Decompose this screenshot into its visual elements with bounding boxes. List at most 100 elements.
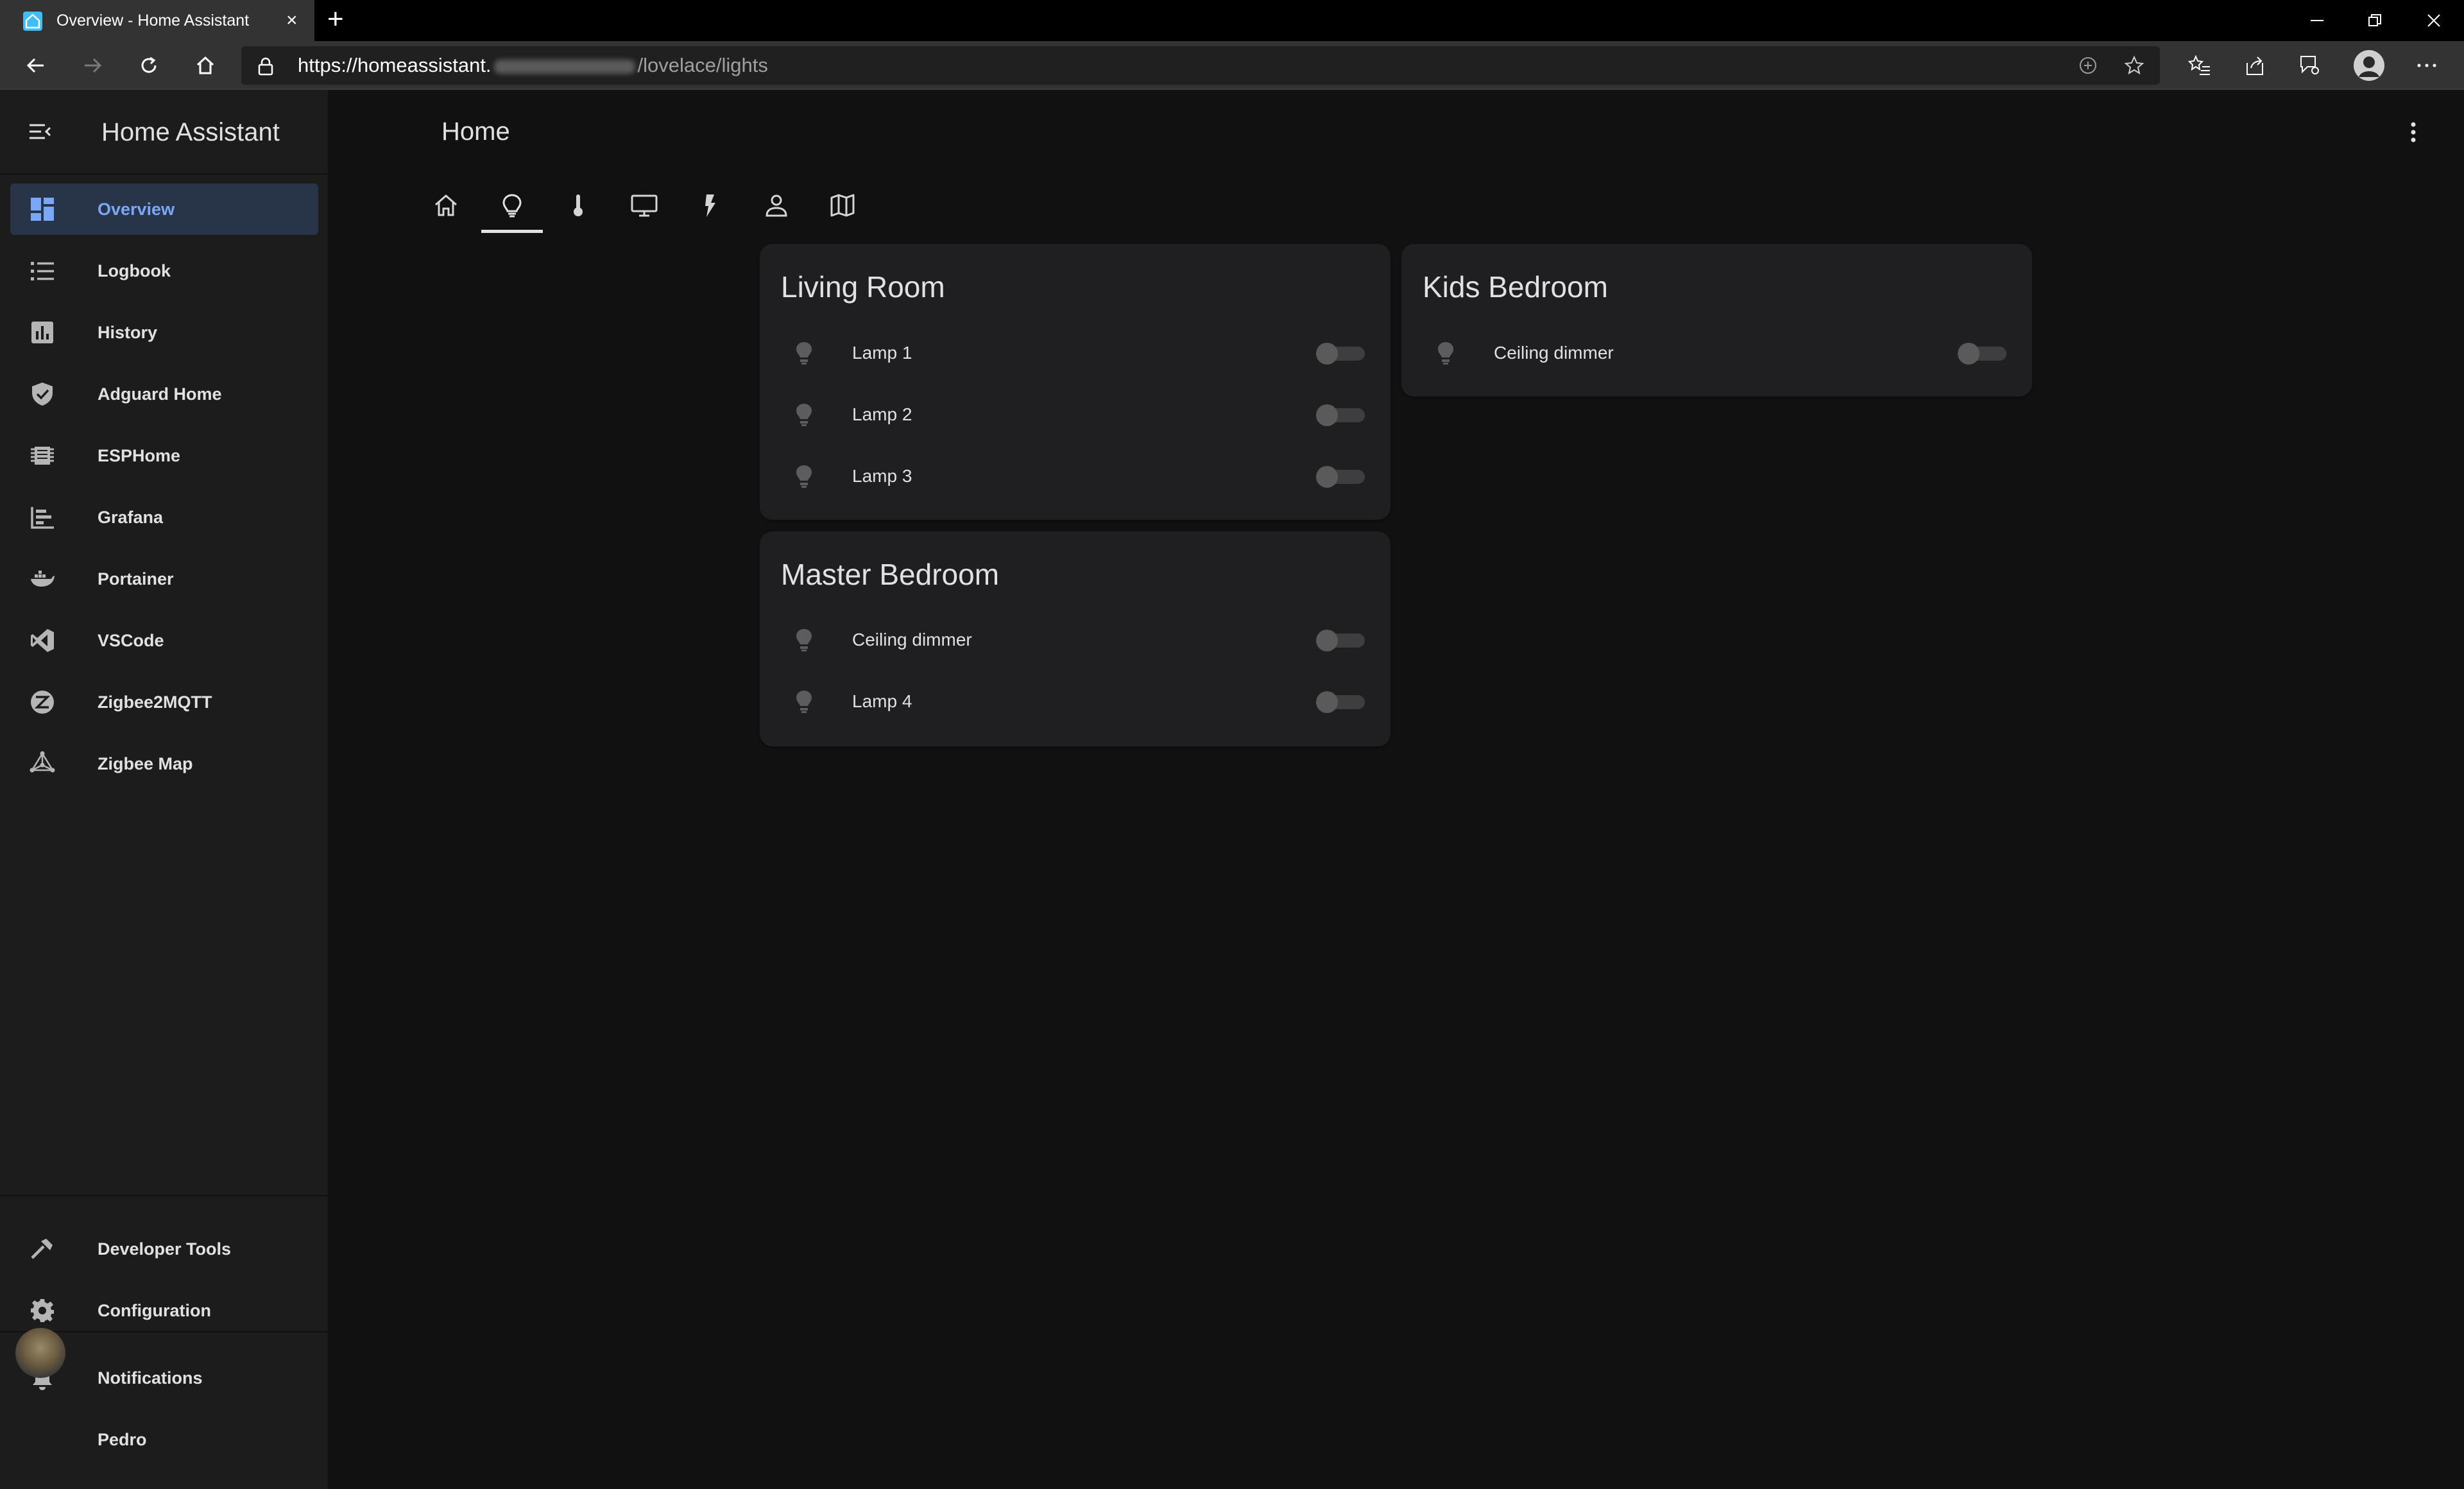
minimize-icon[interactable]: [2288, 0, 2346, 41]
feedback-icon[interactable]: [2298, 54, 2322, 80]
toggle-switch[interactable]: [1316, 404, 1365, 426]
entity-row-ceiling-dimmer[interactable]: Ceiling dimmer: [760, 609, 1390, 671]
sidebar-item-profile[interactable]: Pedro: [10, 1414, 318, 1465]
sidebar-item-developer-tools[interactable]: Developer Tools: [10, 1223, 318, 1275]
overflow-menu-icon[interactable]: [2408, 119, 2418, 148]
window-close-icon[interactable]: [2405, 0, 2463, 41]
user-avatar[interactable]: [15, 1328, 65, 1378]
restore-icon[interactable]: [2346, 0, 2404, 41]
lightbulb-icon: [793, 463, 815, 492]
sidebar-item-label: Adguard Home: [98, 384, 222, 404]
tab-close-icon[interactable]: ×: [286, 0, 298, 41]
sidebar-item-label: Zigbee2MQTT: [98, 693, 212, 712]
favorites-list-icon[interactable]: [2187, 54, 2211, 80]
favorite-star-icon[interactable]: [2124, 55, 2144, 79]
tab-people[interactable]: [746, 180, 807, 234]
browser-tab[interactable]: Overview - Home Assistant ×: [0, 0, 314, 41]
page-title: Home: [441, 117, 510, 146]
lightbulb-icon: [793, 627, 815, 656]
tab-energy[interactable]: [680, 180, 741, 234]
profile-avatar[interactable]: [2352, 49, 2386, 85]
tab-lights[interactable]: [481, 180, 543, 234]
main-content: Home Living Room Lamp 1 Lamp 2 Lamp 3 Ma…: [329, 90, 2464, 1489]
sidebar-item-label: Grafana: [98, 508, 164, 527]
toggle-switch[interactable]: [1316, 466, 1365, 488]
sidebar-item-label: Developer Tools: [98, 1239, 232, 1259]
sidebar-item-logbook[interactable]: Logbook: [10, 245, 318, 297]
entity-name: Lamp 3: [852, 466, 912, 486]
url-host: https://homeassistant.: [298, 54, 492, 76]
tab-home[interactable]: [415, 180, 477, 234]
sidebar-item-esphome[interactable]: ESPHome: [10, 430, 318, 481]
tab-map[interactable]: [812, 180, 873, 234]
sidebar-item-adguard-home[interactable]: Adguard Home: [10, 368, 318, 420]
sidebar-item-label: Portainer: [98, 569, 174, 589]
list-icon: [30, 258, 55, 284]
sidebar-item-label: Overview: [98, 200, 175, 219]
sidebar-item-label: ESPHome: [98, 446, 181, 465]
entity-row-lamp-1[interactable]: Lamp 1: [760, 322, 1390, 384]
sidebar-item-history[interactable]: History: [10, 307, 318, 358]
gear-icon: [30, 1298, 55, 1323]
sidebar-item-portainer[interactable]: Portainer: [10, 553, 318, 605]
add-app-icon[interactable]: [2078, 55, 2098, 79]
back-icon[interactable]: [17, 49, 55, 82]
vscode-icon: [30, 628, 55, 653]
tab-media[interactable]: [613, 180, 675, 234]
sidebar-item-overview[interactable]: Overview: [10, 184, 318, 235]
entity-row-lamp-3[interactable]: Lamp 3: [760, 445, 1390, 507]
browser-home-icon[interactable]: [186, 49, 225, 82]
browser-toolbar: https://homeassistant. /lovelace/lights: [0, 41, 2464, 90]
browser-tabstrip: Overview - Home Assistant × +: [0, 0, 2464, 41]
person-icon: [764, 193, 789, 221]
toggle-switch[interactable]: [1316, 630, 1365, 651]
chart-timeline-icon: [30, 504, 55, 530]
sidebar-item-zigbee2mqtt[interactable]: Zigbee2MQTT: [10, 676, 318, 728]
sidebar-item-grafana[interactable]: Grafana: [10, 492, 318, 543]
entity-row-lamp-4[interactable]: Lamp 4: [760, 671, 1390, 732]
forward-icon[interactable]: [73, 49, 112, 82]
lock-icon[interactable]: [257, 56, 275, 79]
home-icon: [433, 193, 459, 221]
sidebar: Home Assistant Overview Logbook History …: [0, 90, 329, 1489]
user-name: Pedro: [98, 1430, 147, 1449]
refresh-icon[interactable]: [130, 49, 168, 82]
share-icon[interactable]: [2243, 54, 2266, 80]
zigbee-icon: [30, 689, 55, 715]
address-bar[interactable]: https://homeassistant. /lovelace/lights: [241, 46, 2160, 85]
lightbulb-icon: [1435, 340, 1457, 369]
monitor-icon: [630, 193, 658, 221]
entity-row-lamp-2[interactable]: Lamp 2: [760, 384, 1390, 445]
url-path: /lovelace/lights: [637, 54, 768, 76]
card-living-room: Living Room Lamp 1 Lamp 2 Lamp 3: [760, 244, 1390, 520]
entity-name: Ceiling dimmer: [852, 630, 972, 650]
lightbulb-icon: [793, 689, 815, 718]
toggle-switch[interactable]: [1316, 343, 1365, 365]
entity-name: Ceiling dimmer: [1494, 343, 1614, 363]
sidebar-title: Home Assistant: [101, 118, 280, 146]
shield-check-icon: [30, 381, 55, 407]
sidebar-item-label: VSCode: [98, 631, 164, 650]
sidebar-item-label: Notifications: [98, 1368, 203, 1388]
card-title: Living Room: [781, 270, 945, 304]
url-redacted: [493, 59, 635, 74]
more-menu-icon[interactable]: [2415, 54, 2438, 80]
sidebar-item-vscode[interactable]: VSCode: [10, 615, 318, 666]
card-master-bedroom: Master Bedroom Ceiling dimmer Lamp 4: [760, 531, 1390, 746]
chip-icon: [30, 443, 55, 469]
thermometer-icon: [565, 193, 591, 221]
home-assistant-favicon-icon: [23, 12, 42, 31]
entity-name: Lamp 2: [852, 404, 912, 424]
tab-climate[interactable]: [547, 180, 609, 234]
toggle-switch[interactable]: [1316, 691, 1365, 713]
sidebar-item-zigbee-map[interactable]: Zigbee Map: [10, 738, 318, 789]
sidebar-item-label: Zigbee Map: [98, 754, 193, 773]
card-kids-bedroom: Kids Bedroom Ceiling dimmer: [1401, 244, 2032, 397]
new-tab-button[interactable]: +: [327, 0, 344, 39]
toggle-switch[interactable]: [1958, 343, 2006, 365]
lightbulb-icon: [793, 402, 815, 431]
sidebar-item-label: History: [98, 323, 158, 342]
menu-collapse-icon[interactable]: [27, 119, 53, 148]
sidebar-item-configuration[interactable]: Configuration: [10, 1285, 318, 1336]
entity-row-ceiling-dimmer[interactable]: Ceiling dimmer: [1401, 322, 2032, 384]
